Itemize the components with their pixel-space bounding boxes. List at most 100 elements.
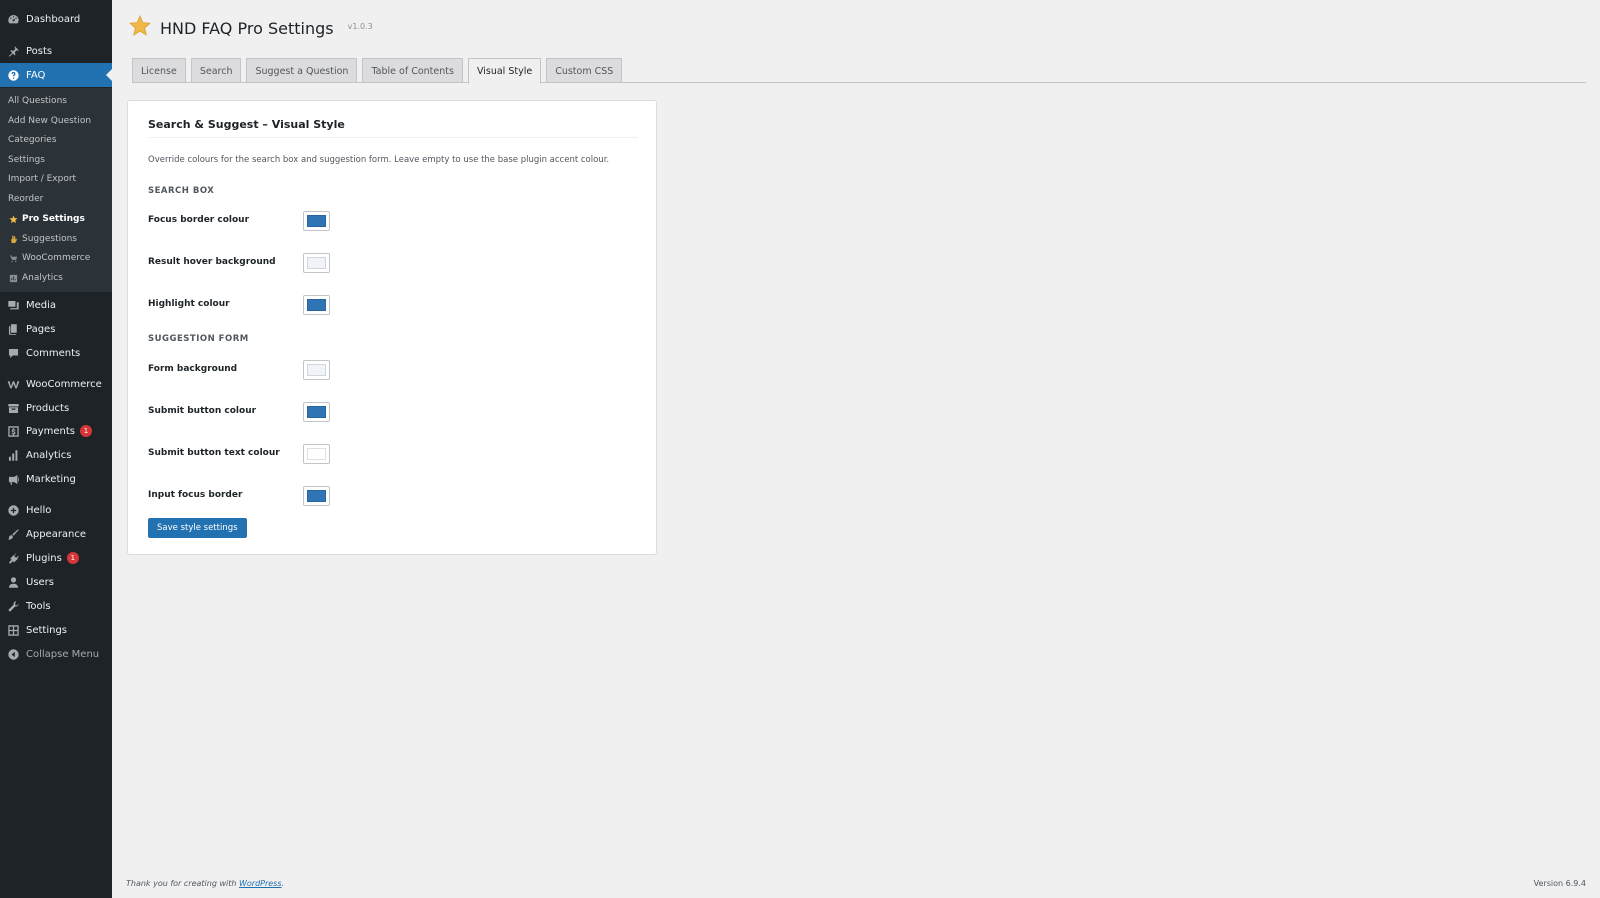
visual-style-card: Search & Suggest – Visual Style Override…	[127, 100, 657, 555]
menu-item-media[interactable]: Media	[0, 293, 112, 317]
submenu-item-import-export[interactable]: Import / Export	[8, 171, 76, 187]
color-picker-result-hover-background[interactable]	[303, 253, 330, 273]
submenu-item-categories[interactable]: Categories	[8, 132, 57, 148]
submenu-item-analytics[interactable]: Analytics	[8, 270, 63, 286]
field-label-form-background: Form background	[148, 364, 238, 374]
submenu-item-settings[interactable]: Settings	[8, 152, 45, 168]
collapse-menu-button[interactable]: Collapse Menu	[0, 642, 112, 666]
menu-item-dashboard[interactable]: Dashboard	[0, 7, 112, 31]
color-swatch-fill	[307, 215, 326, 227]
card-divider	[148, 137, 638, 138]
color-picker-form-background[interactable]	[303, 360, 330, 380]
submenu-item-label: WooCommerce	[22, 253, 91, 263]
menu-item-label: Marketing	[26, 473, 76, 485]
submenu-item-label: Add New Question	[8, 116, 92, 126]
bar-chart-icon	[6, 448, 20, 462]
menu-item-label: Payments	[26, 425, 75, 437]
menu-item-label: Dashboard	[26, 13, 81, 25]
color-picker-highlight[interactable]	[303, 295, 330, 315]
menu-item-pages[interactable]: Pages	[0, 317, 112, 341]
admin-sidebar: Dashboard Posts FAQ All Questions Add Ne…	[0, 0, 112, 898]
hand-icon	[8, 234, 18, 244]
page-title: HND FAQ Pro Settings	[160, 18, 334, 38]
menu-item-appearance[interactable]: Appearance	[0, 522, 112, 546]
submenu-item-woocommerce[interactable]: WooCommerce	[8, 250, 90, 266]
menu-item-analytics[interactable]: Analytics	[0, 443, 112, 467]
color-swatch-fill	[307, 364, 326, 376]
menu-item-posts[interactable]: Posts	[0, 39, 112, 63]
wrench-icon	[6, 599, 20, 613]
menu-item-label: Tools	[26, 600, 51, 612]
submenu-item-label: Suggestions	[22, 234, 77, 244]
menu-item-tools[interactable]: Tools	[0, 594, 112, 618]
menu-item-label: Products	[26, 402, 70, 414]
question-icon	[6, 68, 20, 82]
field-label-highlight-colour: Highlight colour	[148, 299, 230, 309]
submenu-item-label: Reorder	[8, 194, 44, 204]
color-picker-submit-button[interactable]	[303, 402, 330, 422]
menu-item-label: Settings	[26, 624, 68, 636]
submenu-item-label: All Questions	[8, 96, 67, 106]
menu-item-label: Media	[26, 299, 57, 311]
save-style-settings-button[interactable]: Save style settings	[148, 518, 247, 538]
menu-item-faq[interactable]: FAQ	[0, 63, 112, 87]
menu-item-label: Analytics	[26, 449, 72, 461]
menu-item-marketing[interactable]: Marketing	[0, 467, 112, 491]
tab-visual-style[interactable]: Visual Style	[467, 58, 542, 84]
collapse-icon	[6, 647, 20, 661]
menu-item-label: Hello	[26, 504, 52, 516]
color-swatch-fill	[307, 448, 326, 460]
card-description: Override colours for the search box and …	[148, 155, 610, 165]
menu-item-settings[interactable]: Settings	[0, 618, 112, 642]
color-picker-input-focus-border[interactable]	[303, 486, 330, 506]
color-picker-submit-button-text[interactable]	[303, 444, 330, 464]
color-picker-focus-border[interactable]	[303, 211, 330, 231]
pin-icon	[6, 44, 20, 58]
pages-icon	[6, 322, 20, 336]
media-icon	[6, 298, 20, 312]
tab-custom-css[interactable]: Custom CSS	[546, 58, 623, 83]
color-swatch-fill	[307, 490, 326, 502]
menu-item-products[interactable]: Products	[0, 396, 112, 420]
submenu-item-label: Categories	[8, 135, 57, 145]
wordpress-link[interactable]: WordPress	[239, 879, 282, 888]
tabs-divider	[132, 82, 1586, 83]
submenu-item-label: Import / Export	[8, 174, 77, 184]
chart-icon	[8, 273, 18, 283]
tab-search[interactable]: Search	[190, 58, 242, 83]
menu-item-plugins[interactable]: Plugins 1	[0, 546, 112, 570]
footer-thanks-text: Thank you for creating with	[126, 879, 239, 888]
menu-item-label: Plugins	[26, 552, 62, 564]
submenu-item-suggestions[interactable]: Suggestions	[8, 231, 77, 247]
field-label-input-focus-border: Input focus border	[148, 490, 243, 500]
tab-suggest-a-question[interactable]: Suggest a Question	[246, 58, 358, 83]
woo-icon	[6, 377, 20, 391]
cart-icon	[8, 253, 18, 263]
menu-item-label: Appearance	[26, 528, 87, 540]
menu-item-woocommerce[interactable]: WooCommerce	[0, 372, 112, 396]
menu-item-label: Posts	[26, 45, 53, 57]
menu-item-label: Users	[26, 576, 55, 588]
star-icon	[8, 214, 18, 224]
version-label: v1.0.3	[347, 21, 373, 31]
submenu-item-pro-settings[interactable]: Pro Settings	[8, 211, 85, 227]
field-label-result-hover-background: Result hover background	[148, 257, 276, 267]
menu-item-users[interactable]: Users	[0, 570, 112, 594]
menu-item-hello[interactable]: Hello	[0, 498, 112, 522]
star-icon	[128, 14, 152, 42]
user-icon	[6, 575, 20, 589]
section-label-search-box: SEARCH BOX	[148, 186, 215, 196]
menu-item-comments[interactable]: Comments	[0, 341, 112, 365]
card-title: Search & Suggest – Visual Style	[148, 118, 345, 131]
color-swatch-fill	[307, 257, 326, 269]
submenu-item-reorder[interactable]: Reorder	[8, 191, 43, 207]
page-header: HND FAQ Pro Settings v1.0.3	[128, 14, 373, 42]
menu-item-payments[interactable]: Payments 1	[0, 419, 112, 443]
color-swatch-fill	[307, 406, 326, 418]
submenu-item-all-questions[interactable]: All Questions	[8, 93, 67, 109]
footer-thanks: Thank you for creating with WordPress.	[126, 879, 284, 888]
section-label-suggestion-form: SUGGESTION FORM	[148, 334, 249, 344]
tab-license[interactable]: License	[132, 58, 186, 83]
submenu-item-add-new-question[interactable]: Add New Question	[8, 113, 91, 129]
tab-table-of-contents[interactable]: Table of Contents	[362, 58, 463, 83]
